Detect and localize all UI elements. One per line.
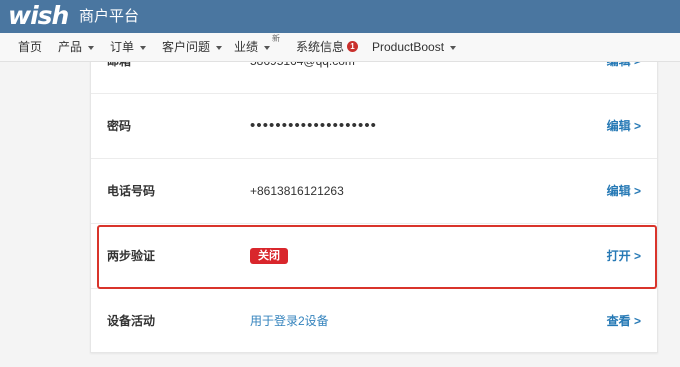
wish-logo[interactable]: wish [8, 0, 69, 32]
edit-email-link[interactable]: 编辑 > [607, 62, 641, 93]
email-value: 58695164@qq.com [250, 62, 355, 93]
nav-item-products[interactable]: 产品 [58, 33, 95, 61]
nav-item-system-info[interactable]: 系统信息 1 [296, 33, 359, 61]
password-mask: •••••••••••••••••••• [250, 117, 378, 134]
settings-row-two-step-verification: 两步验证 关闭 打开 > [91, 224, 657, 289]
nav-item-productboost[interactable]: ProductBoost [372, 33, 457, 61]
main-nav: 首页 产品 订单 客户问题 业绩 新 系统信息 1 ProductBoost [0, 33, 680, 62]
nav-item-orders[interactable]: 订单 [110, 33, 147, 61]
account-settings-card: 邮箱 58695164@qq.com 编辑 > 密码 •••••••••••••… [90, 62, 658, 353]
nav-item-label: 业绩 [234, 40, 259, 54]
edit-password-link[interactable]: 编辑 > [607, 94, 641, 158]
platform-title: 商户平台 [79, 8, 140, 25]
account-settings-area: 邮箱 58695164@qq.com 编辑 > 密码 •••••••••••••… [0, 62, 680, 367]
nav-item-label: 系统信息 [296, 40, 345, 54]
nav-item-customer-issues[interactable]: 客户问题 [162, 33, 223, 61]
status-badge: 关闭 [250, 248, 288, 264]
device-activity-link[interactable]: 用于登录2设备 [250, 289, 329, 353]
row-label: 设备活动 [107, 314, 156, 328]
caret-down-icon [216, 45, 223, 50]
nav-item-performance[interactable]: 业绩 新 [234, 33, 280, 61]
nav-item-home[interactable]: 首页 [18, 33, 42, 61]
row-label: 邮箱 [107, 62, 131, 93]
settings-row-password: 密码 •••••••••••••••••••• 编辑 > [91, 94, 657, 159]
top-header: wish 商户平台 [0, 0, 680, 33]
nav-item-label: 产品 [58, 40, 83, 54]
settings-row-phone: 电话号码 +8613816121263 编辑 > [91, 159, 657, 224]
caret-down-icon [264, 45, 271, 50]
enable-two-step-link[interactable]: 打开 > [607, 224, 641, 288]
row-label: 密码 [107, 119, 132, 133]
phone-value: +8613816121263 [250, 184, 344, 198]
caret-down-icon [140, 45, 147, 50]
nav-item-label: 订单 [110, 40, 135, 54]
notification-count-badge: 1 [347, 41, 359, 52]
highlight-box [97, 225, 657, 289]
nav-item-label: 首页 [18, 40, 43, 54]
settings-row-device-activity: 设备活动 用于登录2设备 查看 > [91, 289, 657, 354]
nav-item-label: 客户问题 [162, 40, 211, 54]
settings-row-email: 邮箱 58695164@qq.com 编辑 > [91, 62, 657, 94]
caret-down-icon [88, 45, 95, 50]
new-badge: 新 [272, 34, 281, 43]
row-label: 两步验证 [107, 249, 156, 263]
row-label: 电话号码 [107, 184, 156, 198]
nav-item-label: ProductBoost [372, 40, 445, 54]
edit-phone-link[interactable]: 编辑 > [607, 159, 641, 223]
caret-down-icon [450, 45, 457, 50]
view-devices-link[interactable]: 查看 > [607, 289, 641, 353]
